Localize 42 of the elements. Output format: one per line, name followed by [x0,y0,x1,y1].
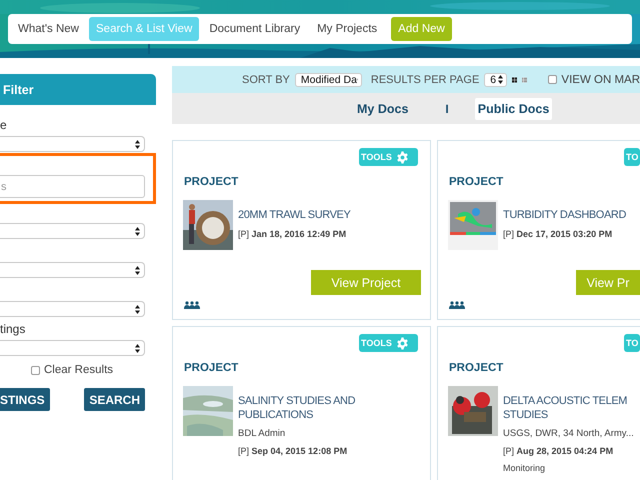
card-title: TURBIDITY DASHBOARD [503,208,626,222]
dropdown[interactable] [0,136,145,152]
input-field[interactable]: s [0,175,145,198]
nav-link[interactable]: Document Library [202,17,308,41]
nav-link[interactable]: My Projects [310,17,384,41]
card-type: PROJECT [184,362,240,374]
card-title: DELTA ACOUSTIC TELEM [503,394,628,408]
checkbox-label: VIEW ON MAR [561,74,640,86]
card-date: [P] Aug 28, 2015 04:24 PM [503,446,614,456]
card-date: [P] Dec 17, 2015 03:20 PM [503,229,614,239]
card-date: [P] Jan 18, 2016 12:49 PM [238,229,348,239]
sort-dropdown[interactable]: Modified Da [294,72,362,86]
card-type: PROJECT [449,176,504,188]
card-author: BDL Admin [238,428,286,439]
nav-link[interactable]: What's New [11,17,86,41]
checkbox[interactable] [548,75,558,84]
card-date: [P] Sep 04, 2015 12:08 PM [238,446,348,456]
filter-label: tings [0,322,26,336]
checkbox[interactable] [31,366,40,374]
dropdown[interactable] [0,301,145,317]
sort-label: SORT BY [242,74,290,86]
per-page-label: RESULTS PER PAGE [370,74,480,86]
per-page-dropdown[interactable]: 6 [484,72,508,86]
action-button[interactable]: STINGS [0,388,50,411]
card-title: 20MM TRAWL SURVEY [238,208,350,222]
card-title: PUBLICATIONS [238,408,314,422]
tab[interactable]: My Docs [354,98,412,120]
search-button[interactable]: SEARCH [84,388,145,411]
dropdown[interactable] [0,223,145,239]
card-title: SALINITY STUDIES AND [238,394,356,408]
card-type: PROJECT [184,176,240,188]
filter-title: Filter [3,82,34,96]
card-title: STUDIES [503,408,549,422]
card-type: PROJECT [449,362,504,374]
card-author: USGS, DWR, 34 North, Army... [503,428,634,439]
filter-label: e [0,118,7,132]
checkbox-label: Clear Results [44,364,114,376]
dropdown[interactable] [0,262,145,278]
separator-text: I [445,102,449,116]
dropdown[interactable] [0,340,145,356]
card-category: Monitoring [503,463,546,473]
tab[interactable]: Public Docs [474,98,552,120]
